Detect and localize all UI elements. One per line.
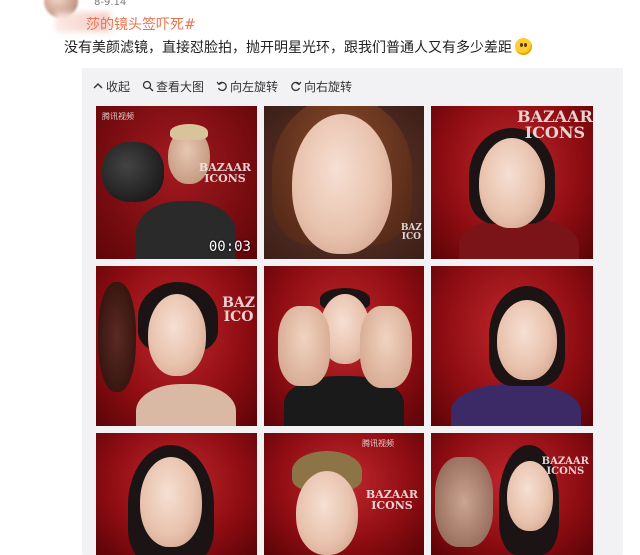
photo-2[interactable]: BAZ ICO xyxy=(264,106,424,259)
right-hand xyxy=(360,306,412,388)
photo-1-video[interactable]: 腾讯视频 BAZAAR ICONS 00:03 xyxy=(96,106,257,259)
brand-logo: BAZAAR ICONS xyxy=(517,107,593,142)
photo-8[interactable]: 腾讯视频 BAZAAR ICONS xyxy=(264,433,424,555)
collapse-icon xyxy=(93,83,103,89)
caption-text: 没有美颜滤镜，直接怼脸拍，抛开明星光环，跟我们普通人又有多少差距 xyxy=(64,40,512,56)
blurred-hand xyxy=(435,457,493,547)
rotate-right-button[interactable]: 向右旋转 xyxy=(290,76,352,96)
video-duration: 00:03 xyxy=(208,239,251,255)
figure-body xyxy=(136,384,236,426)
video-watermark: 腾讯视频 xyxy=(362,439,394,448)
image-toolbar: 收起 查看大图 向左旋转 向右旋转 xyxy=(92,76,364,96)
figure-face xyxy=(292,114,392,254)
photo-grid: 腾讯视频 BAZAAR ICONS 00:03 BAZ ICO BAZAAR I… xyxy=(96,106,593,555)
figure-body xyxy=(451,384,581,426)
flushed-emoji-icon xyxy=(515,38,532,55)
figure-hair xyxy=(170,124,208,140)
photo-4[interactable]: BAZ ICO xyxy=(96,266,257,426)
post-caption: 没有美颜滤镜，直接怼脸拍，抛开明星光环，跟我们普通人又有多少差距 xyxy=(64,38,624,58)
photo-6[interactable] xyxy=(431,266,593,426)
figure-face xyxy=(479,138,545,228)
rotate-left-button[interactable]: 向左旋转 xyxy=(216,76,278,96)
gloved-hand xyxy=(102,142,164,202)
brand-logo: BAZAAR ICONS xyxy=(198,161,251,185)
photo-3[interactable]: BAZAAR ICONS xyxy=(431,106,593,259)
post-header: 8-9.14 莎的镜头签吓死# xyxy=(0,0,640,40)
left-hand xyxy=(278,306,330,386)
brand-logo: BAZAAR ICONS xyxy=(365,488,418,512)
photo-5[interactable] xyxy=(264,266,424,426)
rotate-left-label: 向左旋转 xyxy=(230,79,279,94)
brand-logo: BAZAAR ICONS xyxy=(541,456,589,477)
zoom-in-icon xyxy=(142,80,154,92)
collapse-button[interactable]: 收起 xyxy=(92,76,130,96)
collapse-label: 收起 xyxy=(106,79,131,94)
post-meta: 8-9.14 xyxy=(94,0,127,8)
figure-face xyxy=(148,294,206,376)
blurred-hand xyxy=(98,282,136,392)
view-large-button[interactable]: 查看大图 xyxy=(142,76,204,96)
rotate-right-icon xyxy=(291,81,302,92)
view-large-label: 查看大图 xyxy=(156,79,205,94)
rotate-left-icon xyxy=(216,81,227,92)
figure-face xyxy=(296,471,358,555)
figure-face xyxy=(497,300,557,380)
brand-logo: BAZ ICO xyxy=(400,223,422,242)
rotate-right-label: 向右旋转 xyxy=(304,79,353,94)
photo-7[interactable] xyxy=(96,433,257,555)
hashtag-link[interactable]: 莎的镜头签吓死# xyxy=(86,14,196,34)
video-watermark: 腾讯视频 xyxy=(102,112,134,121)
figure-face xyxy=(140,457,202,547)
photo-9[interactable]: BAZAAR ICONS xyxy=(431,433,593,555)
brand-logo: BAZ ICO xyxy=(222,295,255,325)
